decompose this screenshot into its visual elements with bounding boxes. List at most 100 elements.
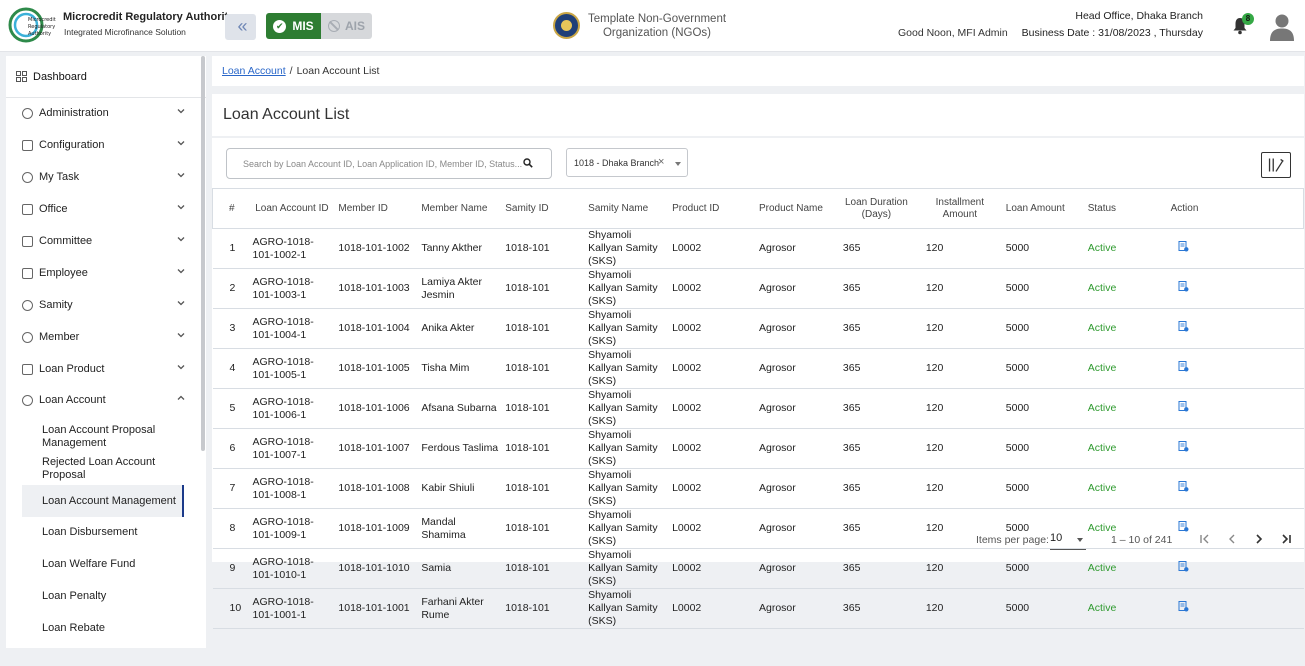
sidebar-subitem-loan-disbursement[interactable]: Loan Disbursement — [22, 524, 184, 540]
table-row: 5 AGRO-1018-101-1006-1 1018-101-1006 Afsana… — [212, 389, 1304, 429]
ais-module-button[interactable]: AIS — [321, 13, 372, 39]
ngo-name: Template Non-Government Organization (NG… — [587, 13, 727, 39]
row-number: 6 — [229, 442, 236, 454]
view-details-icon[interactable] — [1178, 361, 1189, 372]
member-id: 1018-101-1006 — [338, 402, 410, 414]
column-header[interactable]: Installment Amount — [917, 188, 1002, 229]
sidebar-item-member[interactable]: Member — [6, 321, 206, 353]
sidebar-item-dashboard[interactable]: Dashboard — [6, 56, 206, 98]
product-id: L0002 — [672, 482, 702, 494]
task-icon — [22, 171, 33, 183]
sidebar-subitem-loan-penalty[interactable]: Loan Penalty — [22, 588, 184, 604]
installment-amount: 120 — [925, 602, 944, 614]
previous-page-icon[interactable] — [1225, 530, 1239, 548]
sidebar-item-samity[interactable]: Samity — [6, 289, 206, 321]
view-details-icon[interactable] — [1178, 401, 1189, 412]
status-text: Active — [1087, 402, 1117, 414]
row-number: 5 — [229, 402, 236, 414]
logo-line-2: Regulatory — [28, 24, 55, 30]
column-header[interactable]: Product Name — [751, 188, 835, 229]
breadcrumb-link-loan-account[interactable]: Loan Account — [222, 65, 286, 77]
column-header[interactable]: Member ID — [334, 188, 418, 229]
sidebar-subitem-loan-rebate[interactable]: Loan Rebate — [22, 620, 184, 636]
row-number: 9 — [229, 562, 236, 574]
column-header[interactable]: Member Name — [417, 188, 502, 229]
sidebar-item-label: Dashboard — [33, 70, 87, 83]
installment-amount: 120 — [925, 282, 944, 294]
column-header[interactable]: Loan Account ID — [249, 188, 335, 229]
loan-account-id: AGRO-1018-101-1010-1 — [252, 555, 314, 581]
column-header[interactable]: Action — [1168, 188, 1304, 229]
sidebar-item-employee[interactable]: Employee — [6, 257, 206, 289]
sidebar-item-committee[interactable]: Committee — [6, 225, 206, 257]
row-number: 7 — [229, 482, 236, 494]
sidebar-item-loan-account[interactable]: Loan Account — [6, 384, 206, 416]
mis-module-button[interactable]: ✔ MIS — [266, 13, 321, 39]
loan-duration: 365 — [842, 242, 861, 254]
status-text: Active — [1087, 602, 1117, 614]
view-details-icon[interactable] — [1178, 481, 1189, 492]
next-page-icon[interactable] — [1252, 530, 1266, 548]
view-details-icon[interactable] — [1178, 241, 1189, 252]
view-details-icon[interactable] — [1178, 441, 1189, 452]
sidebar-scrollbar[interactable] — [201, 56, 205, 451]
column-header[interactable]: Samity Name — [584, 188, 669, 229]
clear-icon[interactable]: × — [658, 156, 664, 168]
view-details-icon[interactable] — [1178, 601, 1189, 612]
column-header[interactable]: # — [212, 188, 250, 229]
column-header[interactable]: Status — [1084, 188, 1169, 229]
items-per-page-select[interactable]: 10 — [1050, 532, 1086, 550]
column-settings-button[interactable] — [1261, 152, 1291, 178]
row-number: 10 — [229, 602, 242, 614]
row-number: 2 — [229, 282, 236, 294]
samity-name: Shyamoli Kallyan Samity (SKS) — [588, 389, 658, 427]
status-text: Active — [1087, 242, 1117, 254]
chevron-down-icon — [177, 237, 185, 242]
sidebar-item-label: Loan Product — [39, 363, 105, 375]
member-id: 1018-101-1001 — [338, 602, 410, 614]
member-name: Tanny Akther — [421, 242, 483, 254]
sidebar-collapse-button[interactable]: « — [225, 14, 256, 40]
view-details-icon[interactable] — [1178, 321, 1189, 332]
ban-icon — [327, 20, 340, 32]
search-input[interactable]: Search by Loan Account ID, Loan Applicat… — [226, 148, 552, 179]
office-icon — [22, 203, 33, 215]
last-page-icon[interactable] — [1279, 530, 1293, 548]
sidebar-subitem-loan-account-management[interactable]: Loan Account Management — [22, 485, 184, 517]
items-per-page-value: 10 — [1050, 532, 1063, 544]
sidebar-item-my-task[interactable]: My Task — [6, 161, 206, 193]
loan-account-id: AGRO-1018-101-1006-1 — [252, 395, 314, 421]
sidebar-item-office[interactable]: Office — [6, 193, 206, 225]
product-name: Agrosor — [759, 282, 796, 294]
column-header[interactable]: Samity ID — [501, 188, 585, 229]
table-row: 7 AGRO-1018-101-1008-1 1018-101-1008 Kabir … — [212, 469, 1304, 509]
sidebar-item-administration[interactable]: Administration — [6, 97, 206, 129]
samity-name: Shyamoli Kallyan Samity (SKS) — [588, 309, 658, 347]
samity-name: Shyamoli Kallyan Samity (SKS) — [588, 469, 658, 507]
installment-amount: 120 — [925, 402, 944, 414]
action-cell — [1169, 429, 1304, 469]
sidebar-subitem-rejected-proposal[interactable]: Rejected Loan Account Proposal — [22, 455, 184, 483]
sidebar-item-label: Member — [39, 331, 80, 343]
column-header[interactable]: Loan Amount — [1001, 188, 1085, 229]
chevron-down-icon — [177, 301, 185, 306]
sidebar-item-loan-product[interactable]: Loan Product — [6, 353, 206, 385]
loan-amount: 5000 — [1005, 362, 1030, 374]
user-avatar-icon[interactable] — [1269, 13, 1295, 41]
loan-amount: 5000 — [1005, 442, 1030, 454]
column-header[interactable]: Product ID — [668, 188, 751, 229]
sidebar-subitem-proposal-management[interactable]: Loan Account Proposal Management — [22, 423, 184, 451]
sidebar: Dashboard Administration Configuration M… — [6, 56, 206, 648]
sidebar-subitem-loan-welfare-fund[interactable]: Loan Welfare Fund — [22, 556, 184, 572]
page-range: 1 – 10 of 241 — [1111, 534, 1173, 546]
branch-select[interactable]: 1018 - Dhaka Branch × — [566, 148, 688, 177]
first-page-icon[interactable] — [1198, 530, 1212, 548]
view-details-icon[interactable] — [1178, 561, 1189, 572]
view-details-icon[interactable] — [1178, 281, 1189, 292]
loan-amount: 5000 — [1005, 322, 1030, 334]
sidebar-item-configuration[interactable]: Configuration — [6, 129, 206, 161]
column-header[interactable]: Loan Duration (Days) — [834, 188, 918, 229]
search-icon[interactable] — [523, 158, 533, 168]
mis-label: MIS — [292, 19, 314, 33]
installment-amount: 120 — [925, 442, 944, 454]
